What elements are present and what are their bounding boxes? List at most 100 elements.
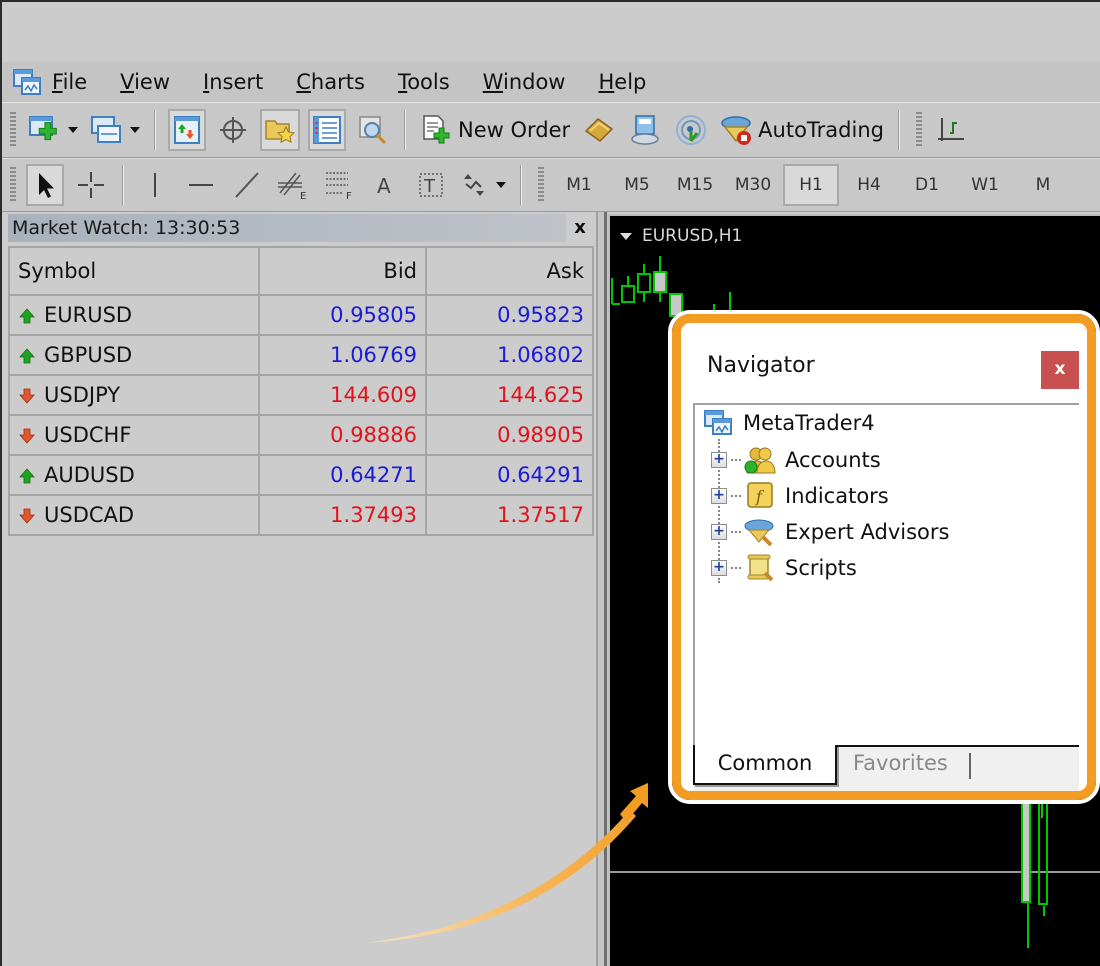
table-header-row: Symbol Bid Ask <box>8 246 594 296</box>
cursor-button[interactable] <box>26 164 64 206</box>
market-watch-close-button[interactable]: x <box>566 214 594 242</box>
bid-cell: 1.06769 <box>258 334 427 376</box>
app-icon[interactable] <box>12 67 42 97</box>
profiles-button[interactable] <box>88 109 142 151</box>
ask-cell: 1.37517 <box>425 494 594 536</box>
tree-item-indicators[interactable]: + f Indicators <box>711 481 889 511</box>
toolbar-grip[interactable] <box>538 167 544 203</box>
market-watch-row[interactable]: EURUSD 0.95805 0.95823 <box>8 294 594 336</box>
new-order-button[interactable]: New Order <box>418 109 572 151</box>
crosshair-tool-button[interactable] <box>72 164 110 206</box>
text-button[interactable]: A <box>366 164 404 206</box>
expand-plus-icon[interactable]: + <box>711 524 727 540</box>
column-header-bid[interactable]: Bid <box>258 246 427 296</box>
column-header-symbol[interactable]: Symbol <box>8 246 260 296</box>
expand-plus-icon[interactable]: + <box>711 488 727 504</box>
menu-file[interactable]: File <box>52 70 87 94</box>
cursor-arrow-icon <box>39 173 54 198</box>
candle-body <box>1021 795 1031 903</box>
arrows-button[interactable] <box>458 164 508 206</box>
trendline-button[interactable] <box>228 164 266 206</box>
timeframe-m30[interactable]: M30 <box>725 164 781 206</box>
terminal-button[interactable] <box>308 109 346 151</box>
vertical-line-button[interactable] <box>136 164 174 206</box>
data-window-button[interactable] <box>214 109 252 151</box>
fibonacci-button[interactable]: F <box>320 164 358 206</box>
strategy-tester-icon <box>359 116 387 145</box>
chart-shift-icon <box>937 118 964 141</box>
toolbar-grip[interactable] <box>10 112 16 148</box>
timeframe-m15[interactable]: M15 <box>667 164 723 206</box>
panel-splitter[interactable] <box>596 212 608 966</box>
tab-favorites[interactable]: Favorites <box>853 745 948 785</box>
toolbar-grip[interactable] <box>915 112 922 148</box>
market-watch-row[interactable]: AUDUSD 0.64271 0.64291 <box>8 454 594 496</box>
expert-advisors-icon <box>743 517 777 547</box>
metaeditor-button[interactable] <box>626 109 664 151</box>
menu-insert[interactable]: Insert <box>203 70 263 94</box>
history-center-button[interactable] <box>580 109 618 151</box>
candle-body <box>637 273 651 293</box>
column-header-ask[interactable]: Ask <box>425 246 594 296</box>
tree-item-scripts[interactable]: + Scripts <box>711 553 857 583</box>
ask-cell: 0.98905 <box>425 414 594 456</box>
bid-cell: 144.609 <box>258 374 427 416</box>
toolbar-grip[interactable] <box>10 167 16 203</box>
menu-window[interactable]: Window <box>483 70 566 94</box>
navigator-close-button[interactable]: x <box>1041 351 1079 389</box>
symbol-cell: EURUSD <box>8 294 260 336</box>
text-icon: A <box>377 174 391 198</box>
timeframe-mn[interactable]: M <box>1015 164 1071 206</box>
new-chart-button[interactable] <box>26 109 80 151</box>
menu-charts[interactable]: Charts <box>296 70 365 94</box>
autotrading-label: AutoTrading <box>758 118 884 142</box>
trendline-icon <box>235 172 259 198</box>
dropdown-arrow-icon[interactable] <box>68 127 78 133</box>
text-label-button[interactable]: T <box>412 164 450 206</box>
market-watch-row[interactable]: USDJPY 144.609 144.625 <box>8 374 594 416</box>
tree-item-accounts[interactable]: + Accounts <box>711 445 881 475</box>
timeframe-d1[interactable]: D1 <box>899 164 955 206</box>
expand-plus-icon[interactable]: + <box>711 560 727 576</box>
navigator-button[interactable] <box>260 109 300 151</box>
menu-tools[interactable]: Tools <box>398 70 450 94</box>
dropdown-arrow-icon[interactable] <box>130 127 140 133</box>
symbol-name: AUDUSD <box>44 463 135 487</box>
timeframe-m1[interactable]: M1 <box>551 164 607 206</box>
symbol-name: USDJPY <box>44 383 121 407</box>
equidistant-channel-button[interactable]: E <box>274 164 312 206</box>
expand-plus-icon[interactable]: + <box>711 452 727 468</box>
navigator-icon <box>265 120 296 144</box>
market-watch-titlebar: Market Watch: 13:30:53 x <box>8 214 594 242</box>
market-watch-row[interactable]: USDCAD 1.37493 1.37517 <box>8 494 594 536</box>
new-order-label: New Order <box>458 118 571 142</box>
chart-shift-button[interactable] <box>932 109 970 151</box>
chart-menu-triangle-icon[interactable] <box>620 232 632 240</box>
tree-item-expert-advisors[interactable]: + Expert Advisors <box>711 517 949 547</box>
dropdown-arrow-icon[interactable] <box>496 182 506 188</box>
equidistant-channel-icon: E <box>278 172 306 201</box>
autotrading-button[interactable]: AutoTrading <box>718 109 886 151</box>
timeframe-w1[interactable]: W1 <box>957 164 1013 206</box>
tree-root-label: MetaTrader4 <box>743 411 875 435</box>
timeframe-m5[interactable]: M5 <box>609 164 665 206</box>
horizontal-line-button[interactable] <box>182 164 220 206</box>
navigator-highlight-callout: Navigator x MetaTrader4 + Accounts + f Indic… <box>668 310 1100 804</box>
market-watch-row[interactable]: GBPUSD 1.06769 1.06802 <box>8 334 594 376</box>
menu-help[interactable]: Help <box>598 70 646 94</box>
tab-common[interactable]: Common <box>693 745 837 785</box>
accounts-icon <box>743 445 777 475</box>
symbol-name: EURUSD <box>44 303 133 327</box>
timeframe-h1[interactable]: H1 <box>783 164 839 206</box>
arrows-icon <box>464 174 484 196</box>
strategy-tester-button[interactable] <box>354 109 392 151</box>
menu-view[interactable]: View <box>120 70 170 94</box>
svg-text:F: F <box>346 191 352 201</box>
bid-cell: 1.37493 <box>258 494 427 536</box>
timeframe-h4[interactable]: H4 <box>841 164 897 206</box>
market-watch-button[interactable] <box>168 109 206 151</box>
signals-button[interactable] <box>672 109 710 151</box>
tree-item-root[interactable]: MetaTrader4 <box>703 409 875 437</box>
navigator-highlight-border: Navigator x MetaTrader4 + Accounts + f Indic… <box>672 314 1096 800</box>
market-watch-row[interactable]: USDCHF 0.98886 0.98905 <box>8 414 594 456</box>
